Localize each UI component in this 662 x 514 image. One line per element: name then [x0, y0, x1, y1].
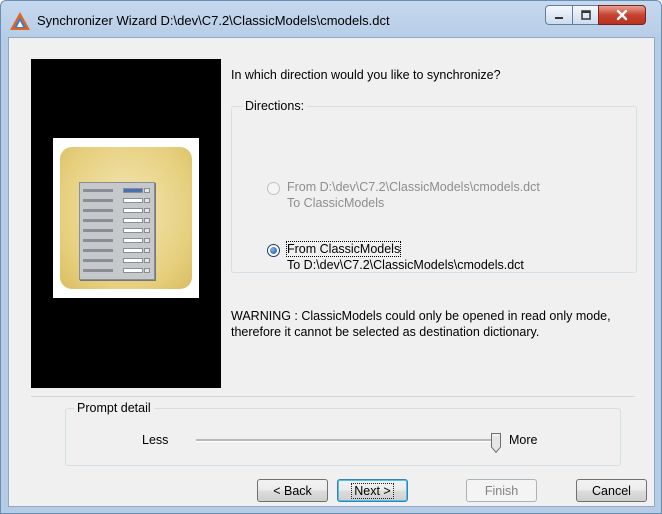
slider-max-label: More [509, 433, 538, 447]
option-from-dct-line1: From D:\dev\C7.2\ClassicModels\cmodels.d… [287, 180, 540, 194]
finish-button-label: Finish [484, 483, 519, 498]
next-button[interactable]: Next > [337, 479, 408, 502]
option-from-classicmodels-label[interactable]: From ClassicModels To D:\dev\C7.2\Classi… [285, 241, 524, 273]
back-button-label: < Back [273, 483, 312, 498]
slider-thumb[interactable] [491, 433, 501, 453]
back-button[interactable]: < Back [257, 479, 328, 502]
directions-group: Directions: From D:\dev\C7.2\ClassicMode… [231, 99, 637, 273]
radio-from-dct[interactable] [267, 182, 280, 195]
illustration-background [60, 147, 192, 289]
option-from-classicmodels-line1: From ClassicModels [285, 241, 402, 257]
close-button[interactable] [598, 5, 646, 25]
separator [31, 396, 635, 397]
next-button-label: Next > [351, 482, 394, 499]
finish-button[interactable]: Finish [466, 479, 537, 502]
option-from-dct-label[interactable]: From D:\dev\C7.2\ClassicModels\cmodels.d… [287, 179, 540, 211]
window-title: Synchronizer Wizard D:\dev\C7.2\ClassicM… [37, 13, 390, 28]
maximize-icon [580, 10, 591, 20]
cancel-button-label: Cancel [592, 483, 631, 498]
sync-question: In which direction would you like to syn… [231, 68, 501, 82]
slider-min-label: Less [142, 433, 169, 447]
wizard-body: In which direction would you like to syn… [8, 37, 655, 507]
wizard-image-panel [31, 59, 221, 388]
wizard-window: Synchronizer Wizard D:\dev\C7.2\ClassicM… [0, 0, 662, 514]
warning-line2: therefore it cannot be selected as desti… [231, 325, 540, 339]
warning-line1: WARNING : ClassicModels could only be op… [231, 309, 611, 323]
directions-legend: Directions: [242, 99, 308, 113]
minimize-icon [555, 17, 563, 19]
app-icon [10, 12, 30, 30]
prompt-detail-slider[interactable] [196, 433, 501, 453]
option-from-classicmodels-line2: To D:\dev\C7.2\ClassicModels\cmodels.dct [287, 258, 524, 272]
maximize-button[interactable] [572, 5, 599, 25]
wizard-illustration [53, 138, 199, 298]
cancel-button[interactable]: Cancel [576, 479, 647, 502]
minimize-button[interactable] [545, 5, 573, 25]
close-icon [616, 9, 628, 21]
radio-from-classicmodels[interactable] [267, 244, 280, 257]
option-from-dct-line2: To ClassicModels [287, 196, 385, 210]
prompt-detail-legend: Prompt detail [74, 401, 154, 415]
prompt-detail-group: Prompt detail Less More [65, 401, 621, 466]
warning-text: WARNING : ClassicModels could only be op… [231, 308, 651, 340]
illustration-dialog-image [79, 182, 155, 280]
title-bar[interactable]: Synchronizer Wizard D:\dev\C7.2\ClassicM… [1, 1, 661, 37]
